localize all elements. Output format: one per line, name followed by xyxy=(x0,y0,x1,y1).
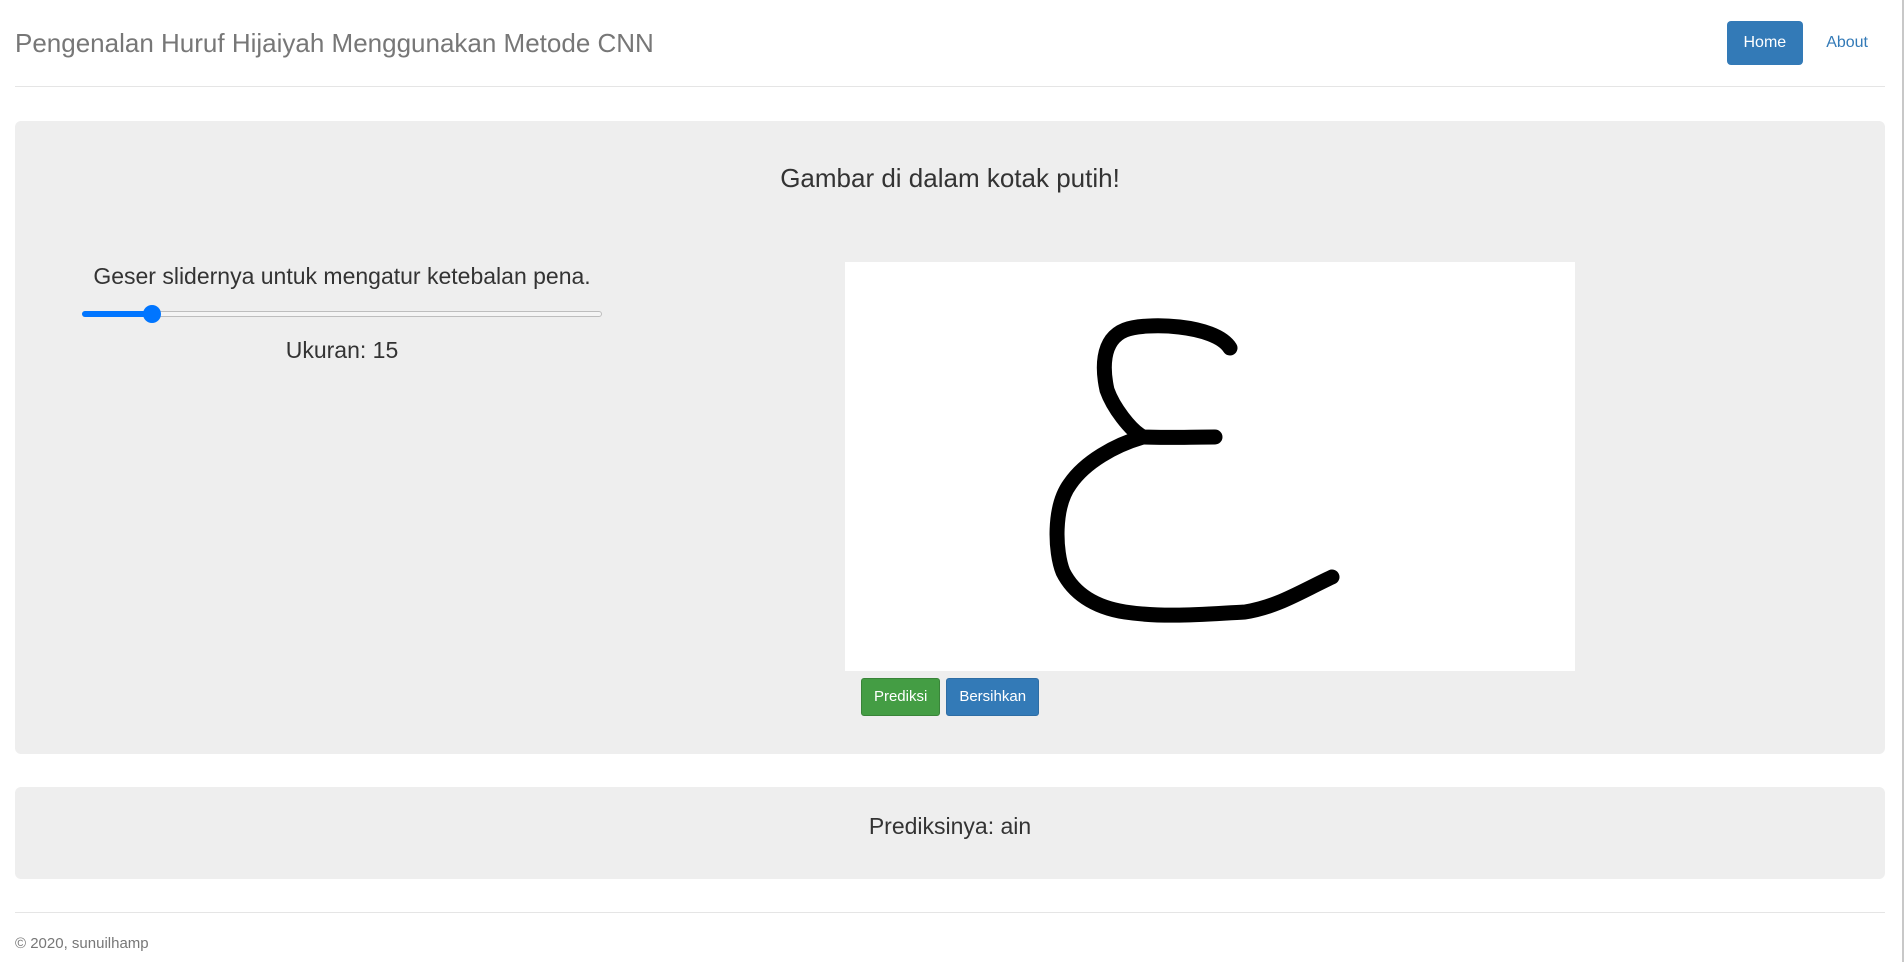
slider-thumb[interactable] xyxy=(143,305,162,323)
drawing-panel: Gambar di dalam kotak putih! Geser slide… xyxy=(15,121,1885,754)
clear-button[interactable]: Bersihkan xyxy=(946,678,1040,716)
prediction-result: Prediksinya: ain xyxy=(868,813,1032,839)
action-buttons: Prediksi Bersihkan xyxy=(15,678,1885,716)
header: Pengenalan Huruf Hijaiyah Menggunakan Me… xyxy=(15,0,1885,87)
copyright-text: © 2020, sunuilhamp xyxy=(15,935,149,952)
page-container: Pengenalan Huruf Hijaiyah Menggunakan Me… xyxy=(15,0,1885,952)
nav-about-link[interactable]: About xyxy=(1809,21,1885,65)
drawing-canvas[interactable] xyxy=(845,262,1575,671)
slider-label: Geser slidernya untuk mengatur ketebalan… xyxy=(93,263,591,289)
nav-menu: Home About xyxy=(1726,21,1886,65)
footer: © 2020, sunuilhamp xyxy=(15,912,1885,952)
nav-home-link[interactable]: Home xyxy=(1726,21,1804,65)
pen-size-control: Geser slidernya untuk mengatur ketebalan… xyxy=(82,261,602,365)
result-panel: Prediksinya: ain xyxy=(15,787,1885,879)
drawn-stroke-ain xyxy=(1049,318,1340,623)
pen-size-value: Ukuran: 15 xyxy=(285,337,399,363)
pen-size-slider[interactable] xyxy=(82,303,602,325)
predict-button[interactable]: Prediksi xyxy=(860,678,941,716)
page-title: Pengenalan Huruf Hijaiyah Menggunakan Me… xyxy=(15,28,654,58)
drawing-instruction: Gambar di dalam kotak putih! xyxy=(780,163,1120,193)
slider-fill xyxy=(82,311,153,317)
